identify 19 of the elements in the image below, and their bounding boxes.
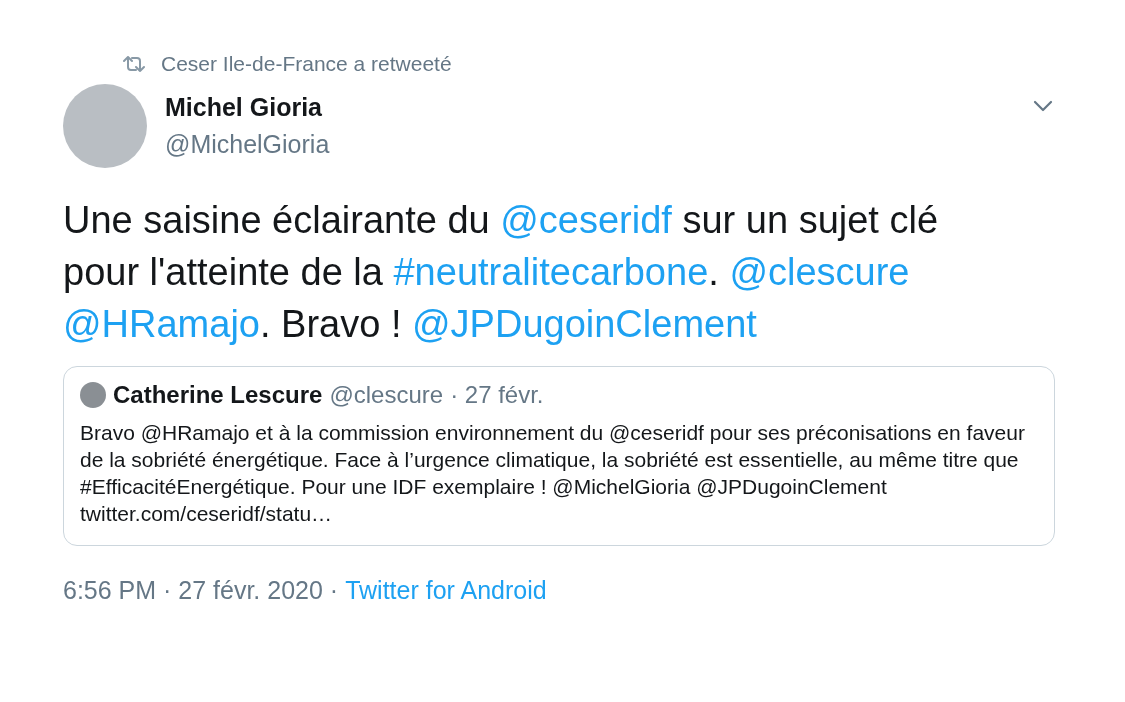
tweet-text: Une saisine éclairante du @ceseridf sur un sujet clé pour l'atteinte de la #neutralitecarbone. @clescure @HRamajo. Bravo ! @JPDugoinClement	[63, 198, 940, 347]
tweet-link[interactable]: @HRamajo	[63, 303, 260, 345]
author-name: Catherine Lescure	[113, 381, 323, 409]
retweet-icon	[123, 56, 145, 72]
chevron-down-icon[interactable]	[1033, 100, 1053, 112]
quoted-tweet-card[interactable]	[63, 366, 1055, 546]
tweet-date: · 27 févr.	[450, 381, 544, 409]
tweet-link[interactable]: @JPDugoinClement	[412, 303, 757, 345]
source-link[interactable]: Twitter for Android	[345, 576, 547, 605]
author-handle: @MichelGioria	[165, 130, 330, 159]
author-handle: @clescure	[329, 381, 444, 409]
quoted-tweet-text: Bravo @HRamajo et à la commission environnement du @ceseridf pour ses préconisations en faveur de la sobriété énergétique. Face à l’urgence climatique, la sobriété est essentielle, au même titre que #EfficacitéEnergétique. Pour une IDF exemplaire ! @MichelGioria @JPDugoinClement twitter.com/ceseridf/statu…	[80, 420, 1026, 527]
tweet-link[interactable]: #neutralitecarbone	[393, 251, 709, 293]
avatar	[80, 382, 106, 408]
tweet-timestamp: 6:56 PM · 27 févr. 2020 ·	[63, 576, 339, 605]
author-name: Michel Gioria	[165, 93, 323, 122]
tweet-link[interactable]: @ceseridf	[500, 199, 672, 241]
retweet-notice: Ceser Ile-de-France a retweeté	[161, 52, 452, 76]
tweet-link[interactable]: @clescure	[729, 251, 910, 293]
